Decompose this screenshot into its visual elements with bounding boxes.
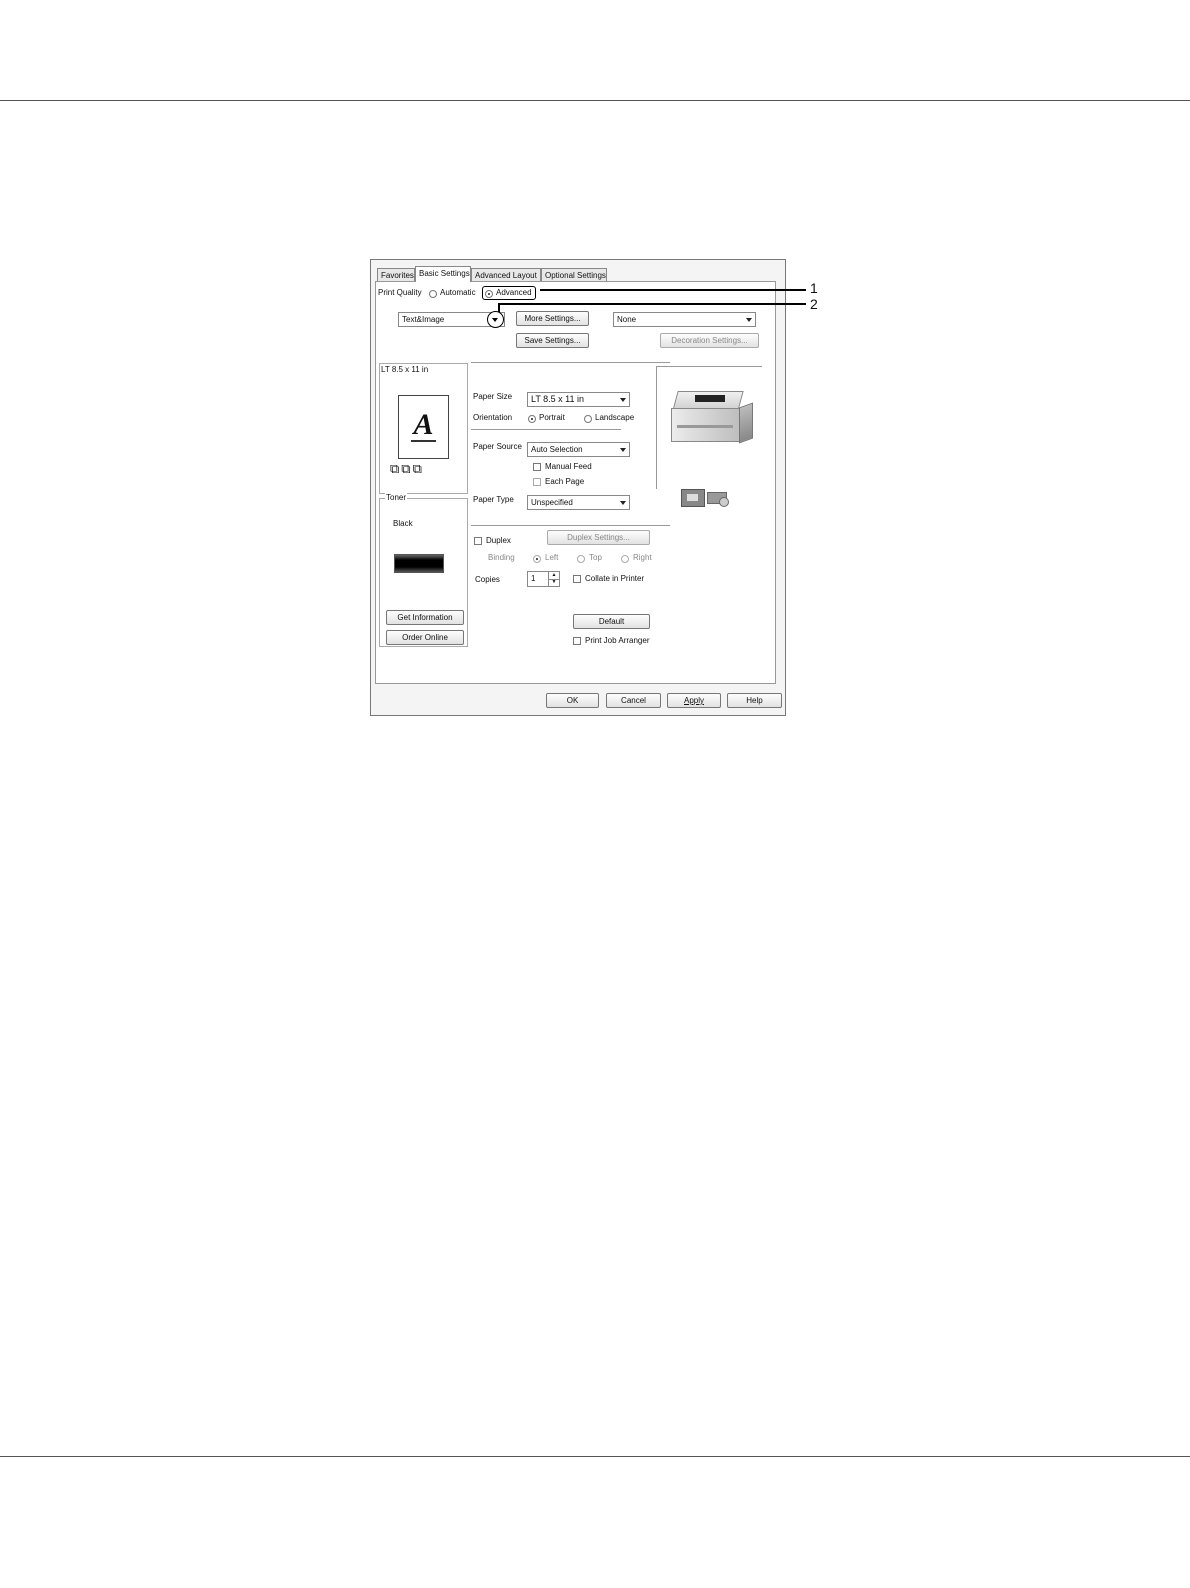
callout-1-line — [540, 289, 806, 291]
separator-top — [471, 362, 670, 363]
save-settings-button[interactable]: Save Settings... — [516, 333, 589, 348]
chevron-down-icon[interactable] — [487, 311, 504, 328]
each-page-label: Each Page — [545, 477, 585, 486]
callout-1-label: 1 — [810, 280, 818, 296]
tab-basic-settings[interactable]: Basic Settings — [415, 266, 471, 282]
get-information-button[interactable]: Get Information — [386, 610, 464, 625]
each-page-checkbox[interactable] — [533, 478, 541, 486]
toner-color-label: Black — [393, 519, 413, 528]
paper-size-value: LT 8.5 x 11 in — [531, 394, 585, 404]
toner-level-bar — [394, 554, 444, 573]
copies-label: Copies — [475, 575, 500, 584]
separator-mid — [471, 429, 621, 430]
automatic-label: Automatic — [440, 288, 476, 297]
paper-type-value: Unspecified — [531, 498, 573, 507]
top-rule — [0, 100, 1190, 101]
print-job-arranger-checkbox[interactable] — [573, 637, 581, 645]
toner-group-label: Toner — [385, 493, 408, 502]
tab-favorites[interactable]: Favorites — [377, 268, 415, 281]
manual-feed-label: Manual Feed — [545, 462, 592, 471]
portrait-label: Portrait — [539, 413, 565, 422]
landscape-label: Landscape — [595, 413, 635, 422]
paper-size-label: Paper Size — [473, 392, 513, 401]
callout-2-stem — [498, 303, 500, 312]
separator-duplex — [471, 525, 670, 526]
bottom-rule — [0, 1456, 1190, 1457]
preset-value: Text&Image — [402, 315, 445, 324]
paper-type-label: Paper Type — [473, 495, 514, 504]
binding-right-label: Right — [633, 553, 652, 562]
decoration-settings-button[interactable]: Decoration Settings... — [660, 333, 759, 348]
collate-checkbox[interactable] — [573, 575, 581, 583]
binding-right-radio[interactable] — [621, 555, 629, 563]
duplex-label: Duplex — [486, 536, 511, 545]
automatic-radio[interactable] — [429, 290, 437, 298]
ok-button[interactable]: OK — [546, 693, 599, 708]
callout-2-line — [498, 303, 806, 305]
portrait-radio[interactable] — [528, 415, 536, 423]
order-online-button[interactable]: Order Online — [386, 630, 464, 645]
callout-2-label: 2 — [810, 296, 818, 312]
printer-icon — [671, 387, 753, 447]
paper-source-label: Paper Source — [473, 442, 522, 451]
collate-sequence-icon: ⧉⧉⧉ — [390, 462, 424, 477]
watermark-select[interactable]: None — [613, 312, 756, 327]
paper-source-select[interactable]: Auto Selection — [527, 442, 630, 457]
page-preview: A — [398, 395, 449, 459]
manual-feed-checkbox[interactable] — [533, 463, 541, 471]
paper-type-select[interactable]: Unspecified — [527, 495, 630, 510]
collate-label: Collate in Printer — [585, 574, 645, 583]
duplex-checkbox[interactable] — [474, 537, 482, 545]
copies-stepper[interactable]: 1 ▲ ▼ — [527, 571, 560, 587]
paper-size-caption: LT 8.5 x 11 in — [381, 365, 429, 374]
duplex-settings-button[interactable]: Duplex Settings... — [547, 530, 650, 545]
stepper-down-icon[interactable]: ▼ — [548, 579, 559, 586]
print-job-arranger-label: Print Job Arranger — [585, 636, 650, 645]
binding-top-radio[interactable] — [577, 555, 585, 563]
printer-view-icon[interactable] — [681, 489, 705, 507]
printer-image-area — [656, 366, 762, 489]
printer-properties-dialog: Favorites Basic Settings Advanced Layout… — [370, 259, 786, 716]
print-quality-label: Print Quality — [378, 288, 422, 297]
binding-top-label: Top — [589, 553, 602, 562]
binding-label: Binding — [488, 553, 515, 562]
copies-value: 1 — [531, 574, 536, 583]
default-button[interactable]: Default — [573, 614, 650, 629]
apply-button[interactable]: Apply — [667, 693, 721, 708]
advanced-label: Advanced — [496, 288, 532, 297]
more-settings-button[interactable]: More Settings... — [516, 311, 589, 326]
landscape-radio[interactable] — [584, 415, 592, 423]
binding-left-label: Left — [545, 553, 559, 562]
orientation-label: Orientation — [473, 413, 513, 422]
cancel-button[interactable]: Cancel — [606, 693, 661, 708]
printer-status-icon[interactable] — [707, 489, 729, 507]
binding-left-radio[interactable] — [533, 555, 541, 563]
advanced-radio[interactable] — [485, 290, 493, 298]
page-letter: A — [413, 408, 434, 441]
paper-size-select[interactable]: LT 8.5 x 11 in — [527, 392, 630, 407]
tab-optional-settings[interactable]: Optional Settings — [541, 268, 607, 281]
toner-group: Toner Black Get Information Order Online — [379, 493, 468, 647]
watermark-value: None — [617, 315, 637, 324]
paper-preview-box: LT 8.5 x 11 in A ⧉⧉⧉ — [379, 363, 468, 494]
paper-source-value: Auto Selection — [531, 445, 583, 454]
tab-advanced-layout[interactable]: Advanced Layout — [471, 268, 541, 281]
help-button[interactable]: Help — [727, 693, 782, 708]
basic-settings-panel: Print Quality Automatic Advanced Text&Im… — [375, 281, 776, 684]
